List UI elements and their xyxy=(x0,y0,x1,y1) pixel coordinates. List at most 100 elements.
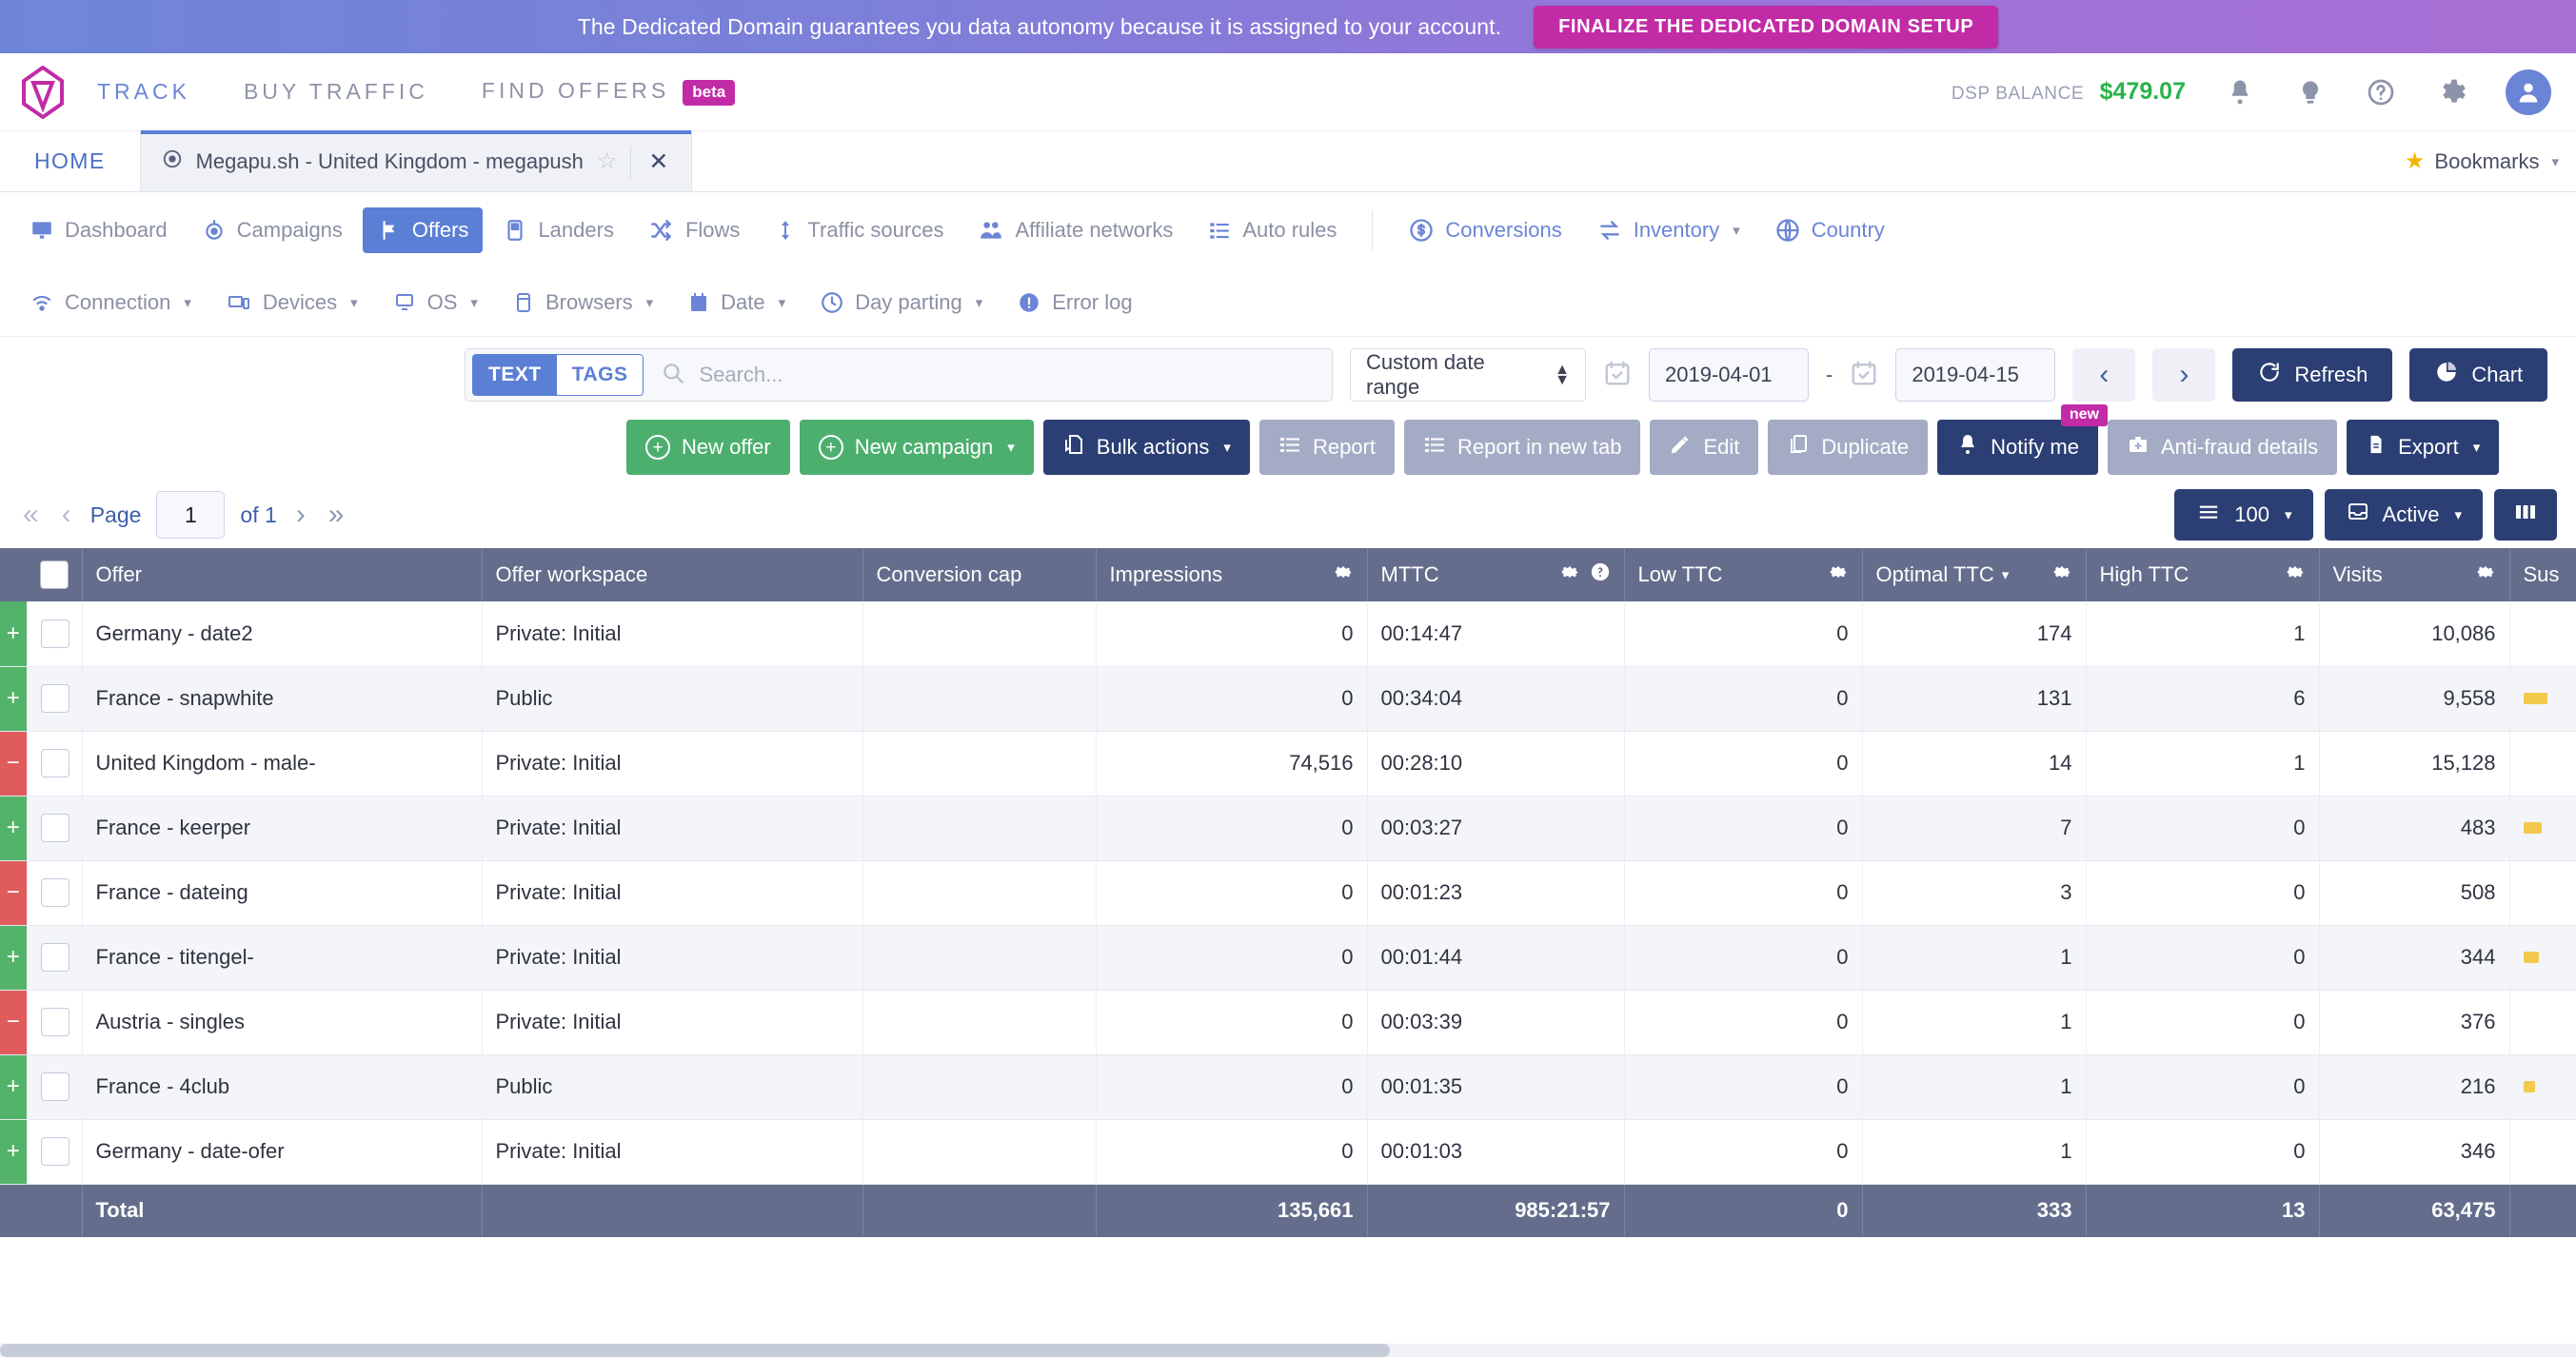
edit-button[interactable]: Edit xyxy=(1650,420,1759,475)
nav-browsers[interactable]: Browsers ▾ xyxy=(498,280,667,325)
row-select-cell[interactable] xyxy=(27,666,83,732)
tab-close-icon[interactable]: ✕ xyxy=(644,148,672,176)
row-select-cell[interactable] xyxy=(27,1054,83,1120)
gear-icon[interactable] xyxy=(1559,561,1580,588)
status-filter-button[interactable]: Active ▾ xyxy=(2324,489,2483,541)
table-row[interactable]: + France - keerper Private: Initial 0 00:03:… xyxy=(0,796,2576,861)
table-row[interactable]: − Austria - singles Private: Initial 0 00:03… xyxy=(0,990,2576,1055)
notifications-bell-icon[interactable] xyxy=(2224,76,2256,108)
search-input[interactable] xyxy=(699,363,1332,387)
row-select-cell[interactable] xyxy=(27,990,83,1055)
table-row[interactable]: + Germany - date-ofer Private: Initial 0 00:… xyxy=(0,1119,2576,1185)
horizontal-scrollbar[interactable] xyxy=(0,1344,2576,1357)
bookmarks-menu[interactable]: ★ Bookmarks ▾ xyxy=(2405,131,2576,191)
col-high-ttc[interactable]: High TTC xyxy=(2086,548,2320,601)
row-select-cell[interactable] xyxy=(27,860,83,926)
row-select-cell[interactable] xyxy=(27,601,83,667)
row-checkbox[interactable] xyxy=(40,1137,69,1166)
col-sus[interactable]: Sus xyxy=(2509,548,2576,601)
row-checkbox[interactable] xyxy=(40,814,69,842)
chart-button[interactable]: Chart xyxy=(2409,348,2548,402)
row-status-toggle[interactable]: + xyxy=(0,1119,28,1185)
tab-favorite-star-icon[interactable]: ☆ xyxy=(597,148,618,175)
gear-icon[interactable] xyxy=(1333,561,1354,588)
user-avatar[interactable] xyxy=(2506,69,2551,115)
search-mode-text[interactable]: TEXT xyxy=(473,355,557,395)
calendar-from-icon[interactable] xyxy=(1603,358,1632,393)
gear-icon[interactable] xyxy=(2051,561,2072,588)
col-conversion-cap[interactable]: Conversion cap xyxy=(862,548,1097,601)
nav-auto-rules[interactable]: Auto rules xyxy=(1193,207,1351,253)
table-row[interactable]: − United Kingdom - male- Private: Initial 7… xyxy=(0,731,2576,796)
row-select-cell[interactable] xyxy=(27,925,83,991)
nav-error-log[interactable]: Error log xyxy=(1002,280,1146,325)
table-row[interactable]: − France - dateing Private: Initial 0 00:01:… xyxy=(0,860,2576,926)
row-checkbox[interactable] xyxy=(40,1008,69,1036)
nav-flows[interactable]: Flows xyxy=(634,207,754,253)
nav-campaigns[interactable]: Campaigns xyxy=(188,207,357,253)
page-number-input[interactable] xyxy=(156,491,226,539)
table-row[interactable]: + Germany - date2 Private: Initial 0 00:14:4… xyxy=(0,601,2576,667)
col-mttc[interactable]: MTTC xyxy=(1367,548,1625,601)
finalize-dedicated-domain-button[interactable]: FINALIZE THE DEDICATED DOMAIN SETUP xyxy=(1534,5,1999,49)
help-icon[interactable] xyxy=(1590,561,1611,588)
anti-fraud-details-button[interactable]: Anti-fraud details xyxy=(2108,420,2338,475)
rows-per-page-button[interactable]: 100 ▾ xyxy=(2174,489,2313,541)
page-first-button[interactable]: « xyxy=(19,499,43,531)
col-low-ttc[interactable]: Low TTC xyxy=(1624,548,1863,601)
export-button[interactable]: Export ▾ xyxy=(2347,420,2500,475)
row-checkbox[interactable] xyxy=(40,943,69,972)
row-select-cell[interactable] xyxy=(27,796,83,861)
bulk-actions-button[interactable]: Bulk actions ▾ xyxy=(1042,420,1250,475)
row-checkbox[interactable] xyxy=(40,684,69,713)
nav-affiliate-networks[interactable]: Affiliate networks xyxy=(963,207,1187,253)
nav-landers[interactable]: Landers xyxy=(488,207,628,253)
page-next-button[interactable]: › xyxy=(292,499,309,531)
scrollbar-thumb[interactable] xyxy=(0,1344,1390,1357)
nav-country[interactable]: Country xyxy=(1760,206,1899,254)
nav-connection[interactable]: Connection ▾ xyxy=(15,280,206,325)
col-offer-workspace[interactable]: Offer workspace xyxy=(482,548,863,601)
nav-os[interactable]: OS ▾ xyxy=(378,280,492,325)
top-nav-find-offers[interactable]: FIND OFFERS beta xyxy=(482,78,736,106)
row-select-cell[interactable] xyxy=(27,1119,83,1185)
nav-dashboard[interactable]: Dashboard xyxy=(15,207,182,253)
row-status-toggle[interactable]: + xyxy=(0,925,28,991)
nav-day-parting[interactable]: Day parting ▾ xyxy=(805,280,997,325)
gear-icon[interactable] xyxy=(2475,561,2496,588)
row-checkbox[interactable] xyxy=(40,878,69,907)
idea-bulb-icon[interactable] xyxy=(2294,76,2327,108)
page-last-button[interactable]: » xyxy=(325,499,348,531)
date-from-input[interactable]: 2019-04-01 xyxy=(1649,348,1809,402)
date-to-input[interactable]: 2019-04-15 xyxy=(1895,348,2056,402)
row-status-toggle[interactable]: − xyxy=(0,860,28,926)
gear-icon[interactable] xyxy=(1828,561,1849,588)
tab-home[interactable]: HOME xyxy=(0,131,140,191)
row-status-toggle[interactable]: + xyxy=(0,1054,28,1120)
voluum-logo-icon[interactable] xyxy=(21,65,65,119)
search-mode-tags[interactable]: TAGS xyxy=(556,355,644,395)
refresh-button[interactable]: Refresh xyxy=(2232,348,2393,402)
top-nav-track[interactable]: TRACK xyxy=(97,79,190,105)
row-status-toggle[interactable]: − xyxy=(0,731,28,796)
row-select-cell[interactable] xyxy=(27,731,83,796)
table-row[interactable]: + France - 4club Public 0 00:01:35 0 1 0 216 xyxy=(0,1054,2576,1120)
help-question-icon[interactable] xyxy=(2365,76,2397,108)
settings-gear-icon[interactable] xyxy=(2435,76,2467,108)
col-impressions[interactable]: Impressions xyxy=(1096,548,1368,601)
columns-toggle-button[interactable] xyxy=(2494,489,2557,541)
nav-offers[interactable]: Offers xyxy=(362,207,484,253)
duplicate-button[interactable]: Duplicate xyxy=(1768,420,1929,475)
date-next-button[interactable]: › xyxy=(2152,348,2216,402)
new-offer-button[interactable]: + New offer xyxy=(626,420,790,475)
nav-date[interactable]: Date ▾ xyxy=(673,280,800,325)
nav-traffic-sources[interactable]: Traffic sources xyxy=(760,207,958,253)
nav-devices[interactable]: Devices ▾ xyxy=(211,280,372,325)
row-status-toggle[interactable]: + xyxy=(0,796,28,861)
col-optimal-ttc[interactable]: Optimal TTC ▾ xyxy=(1862,548,2087,601)
nav-inventory[interactable]: Inventory ▾ xyxy=(1582,207,1754,253)
report-button[interactable]: Report xyxy=(1258,420,1395,475)
select-all-checkbox[interactable] xyxy=(39,560,69,589)
top-nav-buy-traffic[interactable]: BUY TRAFFIC xyxy=(244,79,428,105)
row-status-toggle[interactable]: + xyxy=(0,666,28,732)
